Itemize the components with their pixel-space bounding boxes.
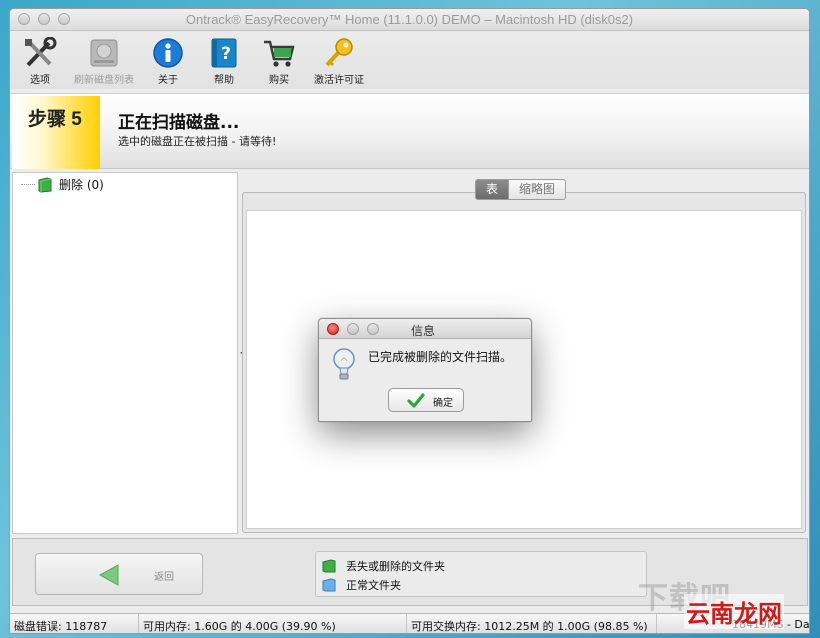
dialog-message: 已完成被删除的文件扫描。 — [368, 350, 513, 364]
options-button[interactable]: 选项 — [20, 37, 60, 86]
dialog-title-bar: 信息 — [319, 319, 531, 339]
legend-deleted-folders: 丢失或删除的文件夹 — [322, 558, 445, 574]
step-number: 步骤 5 — [28, 109, 82, 130]
legend-normal-folders: 正常文件夹 — [322, 577, 401, 593]
tree-node-deleted[interactable]: 删除 (0) — [37, 176, 104, 193]
step-title: 正在扫描磁盘... — [118, 113, 240, 133]
info-dialog: 信息 已完成被删除的文件扫描。 确定 — [318, 318, 532, 422]
back-button[interactable]: 返回 — [35, 553, 203, 595]
status-divider — [406, 614, 407, 633]
folder-tree: 删除 (0) — [12, 172, 238, 534]
help-book-icon: ? — [211, 38, 237, 68]
toolbar: 选项 刷新磁盘列表 关于 ? 帮助 购买 激活许可证 — [10, 31, 809, 89]
status-divider — [656, 614, 657, 633]
step-badge: 步骤 5 — [12, 96, 100, 169]
status-divider — [138, 614, 139, 633]
about-button[interactable]: 关于 — [150, 37, 186, 86]
hard-drive-icon — [90, 39, 118, 67]
buy-button[interactable]: 购买 — [261, 37, 297, 86]
step-subtitle: 选中的磁盘正在被扫描 - 请等待! — [118, 135, 277, 148]
dialog-zoom-button — [367, 323, 379, 335]
step-header: 步骤 5 正在扫描磁盘... 选中的磁盘正在被扫描 - 请等待! — [10, 93, 809, 169]
folder-legend: 丢失或删除的文件夹 正常文件夹 — [315, 551, 647, 597]
title-bar: Ontrack® EasyRecovery™ Home (11.1.0.0) D… — [10, 9, 809, 31]
tools-icon — [25, 37, 57, 67]
dialog-title: 信息 — [411, 324, 436, 338]
lightbulb-icon — [333, 348, 355, 380]
tab-table[interactable]: 表 — [475, 179, 510, 200]
back-arrow-icon — [98, 564, 119, 586]
tree-node-label: 删除 (0) — [59, 178, 104, 192]
checkmark-icon — [407, 393, 425, 408]
dialog-close-button[interactable] — [327, 323, 339, 335]
green-folder-icon — [38, 176, 52, 193]
shopping-cart-icon — [264, 40, 295, 67]
activate-license-button[interactable]: 激活许可证 — [310, 37, 368, 86]
tab-thumbnails[interactable]: 缩略图 — [509, 179, 567, 200]
help-button[interactable]: ? 帮助 — [206, 37, 242, 86]
status-swap: 可用交换内存: 1012.25M 的 1.00G (98.85 %) — [411, 620, 648, 633]
dialog-minimize-button — [347, 323, 359, 335]
info-icon — [153, 38, 183, 68]
status-memory: 可用内存: 1.60G 的 4.00G (39.90 %) — [143, 620, 336, 633]
status-disk-errors: 磁盘错误: 118787 — [14, 620, 108, 633]
green-folder-icon — [322, 559, 336, 573]
refresh-disk-list-button[interactable]: 刷新磁盘列表 — [70, 37, 138, 86]
svg-text:?: ? — [221, 44, 231, 64]
view-tabs: 表 缩略图 — [475, 179, 567, 200]
ok-button[interactable]: 确定 — [388, 388, 464, 412]
key-icon — [325, 38, 353, 67]
window-title: Ontrack® EasyRecovery™ Home (11.1.0.0) D… — [185, 12, 634, 27]
watermark-brand: 云南龙网 — [684, 594, 784, 629]
blue-folder-icon — [322, 578, 336, 592]
tree-connector — [21, 184, 35, 185]
